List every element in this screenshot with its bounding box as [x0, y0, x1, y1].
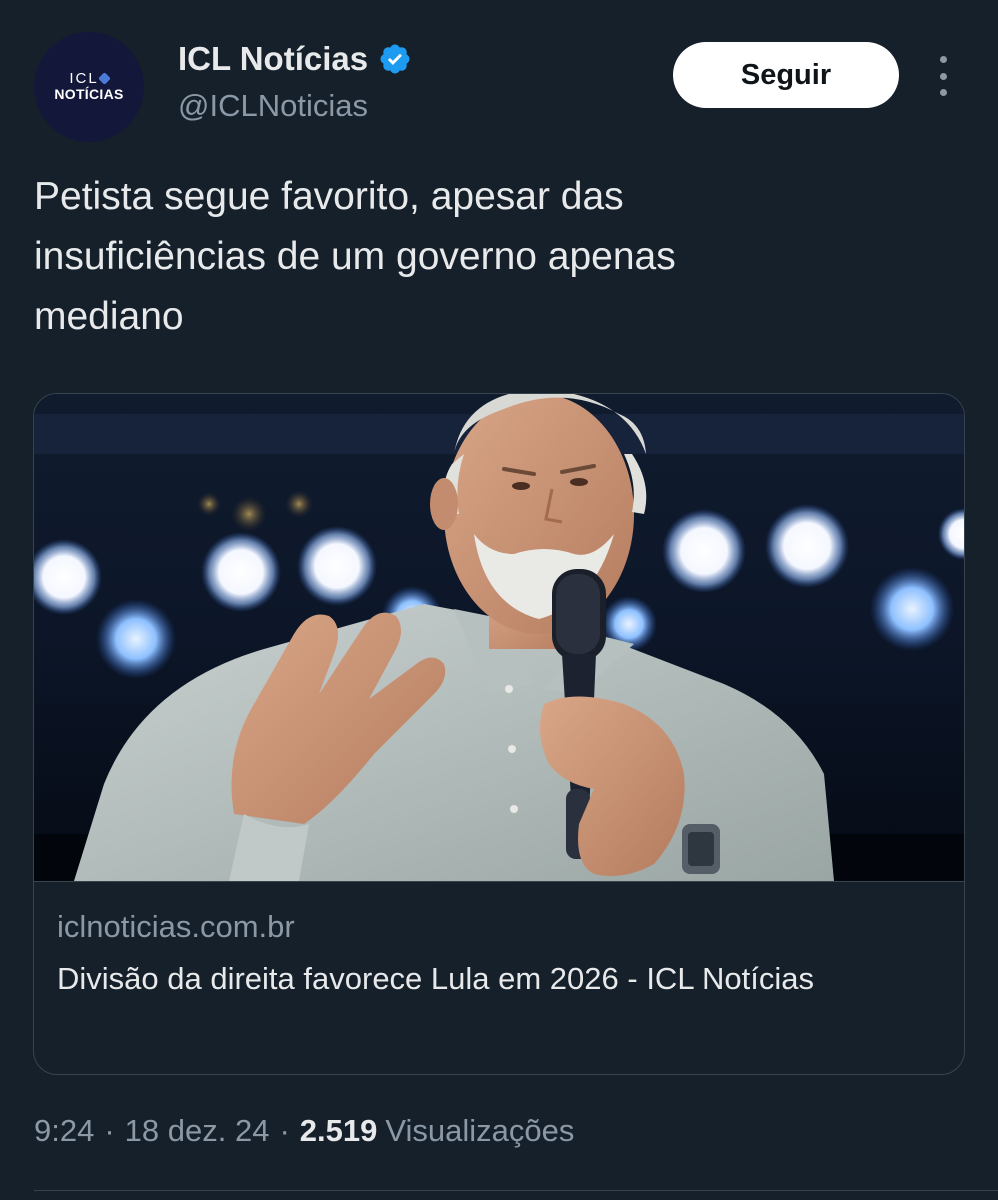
verified-badge-icon[interactable] [378, 42, 412, 76]
avatar[interactable]: ICL NOTÍCIAS [34, 32, 144, 142]
divider [34, 1190, 998, 1191]
card-title: Divisão da direita favorece Lula em 2026… [57, 961, 815, 996]
follow-button[interactable]: Seguir [673, 42, 899, 108]
meta-separator: · [279, 1113, 290, 1148]
tweet-date[interactable]: 18 dez. 24 [125, 1113, 270, 1149]
display-name-text: ICL Notícias [178, 40, 369, 77]
avatar-logo-bottom: NOTÍCIAS [54, 86, 124, 102]
views[interactable]: 2.519 Visualizações [300, 1113, 575, 1149]
views-label: Visualizações [385, 1113, 575, 1148]
account-handle[interactable]: @ICLNoticias [178, 88, 368, 124]
card-domain: iclnoticias.com.br [57, 909, 295, 944]
link-card[interactable]: iclnoticias.com.br Divisão da direita fa… [33, 393, 965, 1075]
tweet-time[interactable]: 9:24 [34, 1113, 94, 1149]
views-count: 2.519 [299, 1113, 378, 1148]
card-meta[interactable]: iclnoticias.com.br Divisão da direita fa… [34, 881, 964, 1074]
card-image[interactable] [34, 394, 964, 881]
logo-diamond-icon [97, 72, 111, 85]
meta-separator: · [104, 1113, 115, 1148]
card-photo-illustration [34, 394, 964, 881]
tweet-meta: 9:24 · 18 dez. 24 · 2.519 Visualizações [34, 1113, 574, 1149]
tweet-text: Petista segue favorito, apesar das insuf… [34, 175, 676, 338]
more-vertical-icon[interactable] [928, 56, 958, 96]
display-name[interactable]: ICL Notícias [178, 40, 412, 78]
avatar-logo-top: ICL [69, 71, 111, 86]
